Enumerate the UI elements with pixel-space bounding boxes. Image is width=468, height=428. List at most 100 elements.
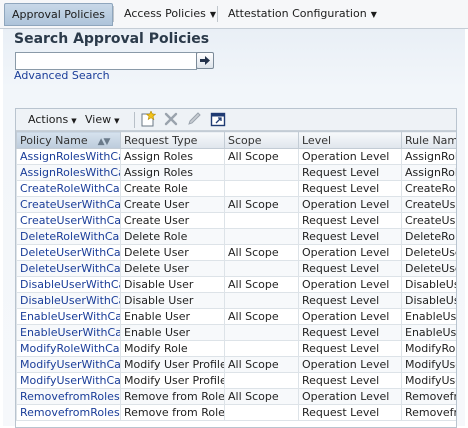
- rule-name-cell: DisableUser: [401, 292, 456, 309]
- policy-name-cell[interactable]: ModifyRoleWithCallback: [16, 340, 121, 357]
- request-type-cell: Assign Roles: [120, 148, 225, 165]
- request-type-cell: Delete User: [120, 244, 225, 261]
- table-row[interactable]: CreateUserWithCallbackCreate UserAll Sco…: [16, 196, 456, 213]
- table-row[interactable]: DeleteUserWithCallbackDelete User Request…: [16, 260, 456, 277]
- level-cell: Operation Level: [298, 196, 402, 213]
- level-cell: Operation Level: [298, 356, 402, 373]
- request-type-cell: Disable User: [120, 292, 225, 309]
- policies-table: Policy Name ▲▼ Request Type Scope Level R…: [16, 131, 456, 421]
- scope-cell: [224, 292, 299, 309]
- table-row[interactable]: DisableUserWithCallbackDisable User Reque…: [16, 292, 456, 309]
- column-header-scope[interactable]: Scope: [224, 131, 299, 149]
- rule-name-cell: AssignRoles: [401, 148, 456, 165]
- scope-cell: [224, 260, 299, 277]
- level-cell: Request Level: [298, 292, 402, 309]
- table-row[interactable]: DeleteRoleWithCallbackDelete Role Request…: [16, 228, 456, 245]
- level-cell: Operation Level: [298, 148, 402, 165]
- rule-name-cell: DisableUser: [401, 276, 456, 293]
- scope-cell: [224, 180, 299, 197]
- scope-cell: All Scope: [224, 388, 299, 405]
- view-menu-label: View: [85, 113, 112, 126]
- policy-name-cell[interactable]: AssignRolesWithCallback: [16, 148, 121, 165]
- tab-divider: [113, 6, 114, 22]
- column-header-request-type[interactable]: Request Type: [120, 131, 225, 149]
- level-cell: Operation Level: [298, 388, 402, 405]
- policy-name-cell[interactable]: DeleteUserWithCallback: [16, 244, 121, 261]
- table-row[interactable]: CreateRoleWithCallbackCreate Role Request…: [16, 180, 456, 197]
- policy-name-cell[interactable]: RemovefromRolesWithCallback: [16, 388, 121, 405]
- policy-name-cell[interactable]: DisableUserWithCallback: [16, 292, 121, 309]
- policy-name-cell[interactable]: CreateUserWithCallback: [16, 212, 121, 229]
- policy-name-cell[interactable]: DisableUserWithCallback: [16, 276, 121, 293]
- advanced-search-link[interactable]: Advanced Search: [14, 69, 110, 82]
- scope-cell: [224, 324, 299, 341]
- level-cell: Request Level: [298, 228, 402, 245]
- policies-grid: Policy Name ▲▼ Request Type Scope Level R…: [16, 131, 456, 427]
- table-row[interactable]: ModifyUserWithCallbackModify User Profil…: [16, 372, 456, 389]
- table-row[interactable]: CreateUserWithCallbackCreate User Request…: [16, 212, 456, 229]
- chevron-down-icon: ▼: [114, 117, 120, 125]
- policy-name-cell[interactable]: DeleteRoleWithCallback: [16, 228, 121, 245]
- table-row[interactable]: EnableUserWithCallbackEnable UserAll Sco…: [16, 308, 456, 325]
- table-row[interactable]: AssignRolesWithCallbackAssign Roles Reque…: [16, 164, 456, 181]
- policy-name-cell[interactable]: EnableUserWithCallback: [16, 324, 121, 341]
- table-row[interactable]: AssignRolesWithCallbackAssign RolesAll S…: [16, 148, 456, 165]
- tab-attestation-configuration[interactable]: Attestation Configuration ▼: [221, 3, 384, 25]
- request-type-cell: Enable User: [120, 308, 225, 325]
- level-cell: Request Level: [298, 164, 402, 181]
- table-toolbar: Actions ▼ View ▼: [16, 109, 456, 131]
- policy-name-cell[interactable]: RemovefromRolesWithCallback: [16, 404, 121, 421]
- tab-approval-policies[interactable]: Approval Policies: [4, 3, 113, 26]
- policy-name-cell[interactable]: ModifyUserWithCallback: [16, 372, 121, 389]
- policy-name-cell[interactable]: CreateRoleWithCallback: [16, 180, 121, 197]
- column-header-level[interactable]: Level: [298, 131, 402, 149]
- table-row[interactable]: DeleteUserWithCallbackDelete UserAll Sco…: [16, 244, 456, 261]
- arrow-right-icon: [200, 56, 210, 65]
- actions-menu[interactable]: Actions ▼: [28, 113, 77, 126]
- tab-access-policies[interactable]: Access Policies ▼: [117, 3, 223, 25]
- rule-name-cell: DeleteUser: [401, 260, 456, 277]
- rule-name-cell: ModifyRole: [401, 340, 456, 357]
- policy-name-cell[interactable]: ModifyUserWithCallback: [16, 356, 121, 373]
- table-row[interactable]: ModifyRoleWithCallbackModify Role Request…: [16, 340, 456, 357]
- view-menu[interactable]: View ▼: [85, 113, 120, 126]
- request-type-cell: Modify User Profile: [120, 372, 225, 389]
- level-cell: Request Level: [298, 324, 402, 341]
- search-input[interactable]: [15, 52, 197, 70]
- rule-name-cell: CreateUser: [401, 196, 456, 213]
- pencil-icon[interactable]: [186, 111, 202, 127]
- scope-cell: [224, 212, 299, 229]
- tab-label: Attestation Configuration: [228, 7, 367, 20]
- table-row[interactable]: RemovefromRolesWithCallbackRemove from R…: [16, 388, 456, 405]
- request-type-cell: Disable User: [120, 276, 225, 293]
- delete-x-icon[interactable]: [163, 111, 179, 127]
- level-cell: Request Level: [298, 212, 402, 229]
- policy-name-cell[interactable]: CreateUserWithCallback: [16, 196, 121, 213]
- column-header-rule-name[interactable]: Rule Name: [401, 131, 456, 149]
- detach-icon[interactable]: [210, 111, 226, 127]
- rule-name-cell: DeleteRole: [401, 228, 456, 245]
- request-type-cell: Enable User: [120, 324, 225, 341]
- scope-cell: All Scope: [224, 148, 299, 165]
- sort-icon[interactable]: ▲▼: [98, 137, 111, 147]
- request-type-cell: Delete Role: [120, 228, 225, 245]
- toolbar-divider: [134, 112, 135, 128]
- search-go-button[interactable]: [196, 52, 214, 69]
- create-icon[interactable]: [140, 111, 156, 127]
- policy-name-cell[interactable]: AssignRolesWithCallback: [16, 164, 121, 181]
- table-row[interactable]: EnableUserWithCallbackEnable User Request…: [16, 324, 456, 341]
- chevron-down-icon: ▼: [209, 10, 216, 19]
- tab-label: Approval Policies: [12, 8, 105, 21]
- tab-label: Access Policies: [124, 7, 206, 20]
- column-header-policy-name[interactable]: Policy Name ▲▼: [16, 131, 121, 149]
- results-table-panel: Actions ▼ View ▼ Policy Name ▲▼ Request …: [15, 108, 457, 428]
- table-row[interactable]: ModifyUserWithCallbackModify User Profil…: [16, 356, 456, 373]
- policy-name-cell[interactable]: EnableUserWithCallback: [16, 308, 121, 325]
- scope-cell: [224, 340, 299, 357]
- table-row[interactable]: RemovefromRolesWithCallbackRemove from R…: [16, 404, 456, 421]
- level-cell: Request Level: [298, 340, 402, 357]
- policy-name-cell[interactable]: DeleteUserWithCallback: [16, 260, 121, 277]
- search-panel: Search Approval Policies Advanced Search…: [3, 29, 465, 428]
- rule-name-cell: ModifyUser: [401, 356, 456, 373]
- table-row[interactable]: DisableUserWithCallbackDisable UserAll S…: [16, 276, 456, 293]
